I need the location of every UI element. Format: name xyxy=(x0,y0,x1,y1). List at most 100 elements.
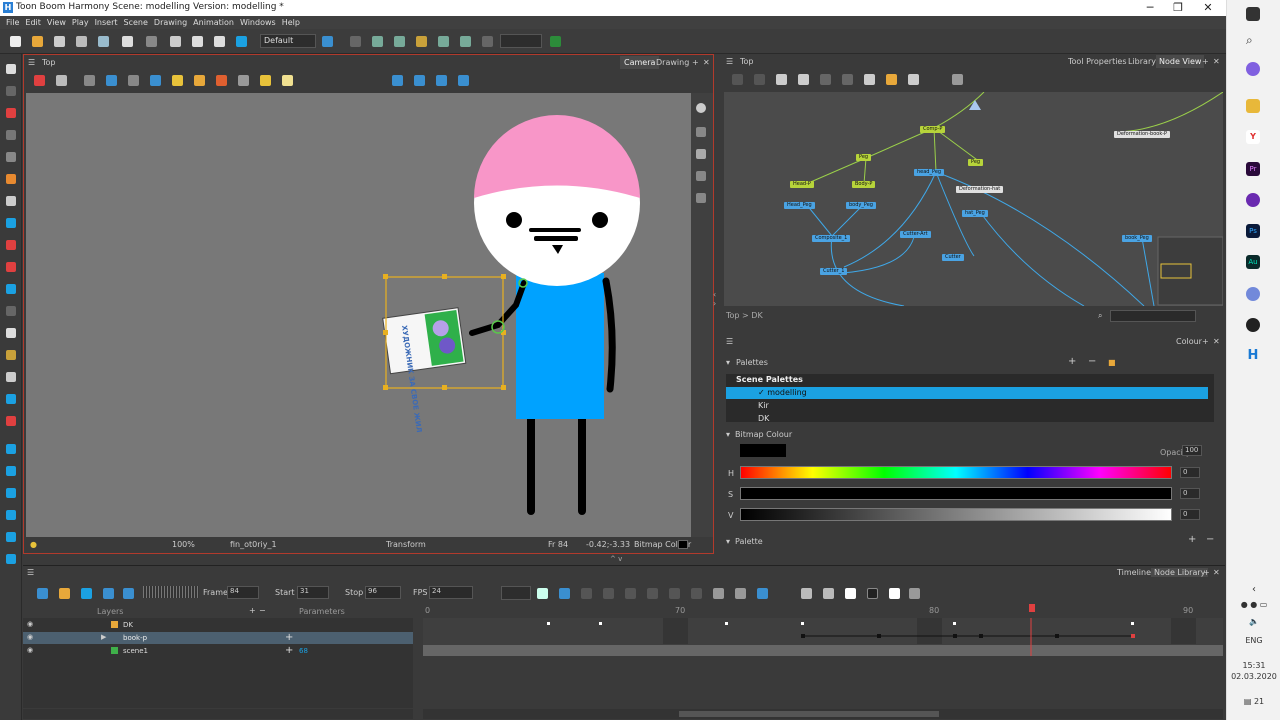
add-tab-icon[interactable]: + xyxy=(692,58,699,67)
node-search-input[interactable] xyxy=(1110,310,1196,322)
node-comp-p[interactable]: Comp-P xyxy=(920,126,946,133)
node-book-peg[interactable]: book_Peg xyxy=(1122,235,1152,242)
layer-row[interactable]: ◉ scene1 + 68 xyxy=(23,645,413,657)
onion-skin-icon[interactable] xyxy=(150,75,161,86)
harmony-taskbar-icon[interactable]: H xyxy=(1246,349,1260,363)
stop-input[interactable]: 96 xyxy=(365,586,401,599)
premiere-icon[interactable]: Pr xyxy=(1246,162,1260,176)
timeline-tool-icon-6[interactable] xyxy=(647,588,658,599)
layers-scrollbar[interactable] xyxy=(23,709,413,719)
layer-name[interactable]: scene1 xyxy=(123,647,148,655)
abc-icon[interactable] xyxy=(952,74,963,85)
clock-date[interactable]: 02.03.2020 xyxy=(1227,672,1280,681)
node-graph[interactable]: Comp-P Deformation-book-P Peg Peg Head-P… xyxy=(724,92,1223,306)
layer-visibility-icon[interactable]: ◉ xyxy=(27,646,33,654)
layer-row[interactable]: ◉ DK xyxy=(23,619,413,631)
render-icon[interactable] xyxy=(236,36,247,47)
composite-node-icon[interactable] xyxy=(820,74,831,85)
timeline-tool-icon-4[interactable] xyxy=(603,588,614,599)
new-scene-icon[interactable] xyxy=(10,36,21,47)
s-input[interactable]: 0 xyxy=(1180,488,1200,499)
layer-visibility-icon[interactable]: ◉ xyxy=(27,633,33,641)
node-back-icon[interactable] xyxy=(732,74,743,85)
node-cutter[interactable]: Cutter xyxy=(942,254,964,261)
select-tool-icon[interactable] xyxy=(6,64,16,74)
timeline-tool-icon-2[interactable] xyxy=(559,588,570,599)
add-keyframe-icon[interactable] xyxy=(460,36,471,47)
search-icon[interactable]: ⌕ xyxy=(1246,33,1260,47)
scrollbar-thumb[interactable] xyxy=(679,711,939,717)
move-icon[interactable] xyxy=(372,36,383,47)
node-body-peg[interactable]: body_Peg xyxy=(846,202,876,209)
folder-icon[interactable]: ■ xyxy=(1108,358,1116,367)
media-app-icon[interactable] xyxy=(1246,193,1260,207)
camera-node-icon[interactable] xyxy=(842,74,853,85)
align-icon[interactable] xyxy=(436,75,447,86)
peg-node-icon[interactable] xyxy=(776,74,787,85)
menu-view[interactable]: View xyxy=(47,18,66,27)
ink-tool-icon[interactable] xyxy=(6,416,16,426)
lock-icon[interactable] xyxy=(172,75,183,86)
layer-name[interactable]: DK xyxy=(123,621,133,629)
timeline-tool-icon-3[interactable] xyxy=(581,588,592,599)
start-input[interactable]: 31 xyxy=(297,586,329,599)
bone-tool-icon[interactable] xyxy=(6,466,16,476)
rigging-tool-icon[interactable] xyxy=(6,444,16,454)
flip-v-icon[interactable] xyxy=(414,75,425,86)
menu-animation[interactable]: Animation xyxy=(193,18,234,27)
remove-layer-icon[interactable]: − xyxy=(259,606,266,615)
add-colour-icon[interactable]: + xyxy=(1188,534,1196,545)
add-tab-icon-2[interactable]: + xyxy=(1202,57,1209,66)
menu-edit[interactable]: Edit xyxy=(25,18,41,27)
file-explorer-icon[interactable] xyxy=(1246,99,1260,113)
add-layer-icon[interactable]: + xyxy=(249,606,256,615)
deformer-icon[interactable] xyxy=(216,75,227,86)
timeline-tool-icon-16[interactable] xyxy=(889,588,900,599)
photoshop-icon[interactable]: Ps xyxy=(1246,224,1260,238)
node-head-p[interactable]: Head-P xyxy=(790,181,814,188)
loop-icon[interactable] xyxy=(81,588,92,599)
timeline-tool-icon-11[interactable] xyxy=(757,588,768,599)
shape-tool-icon[interactable] xyxy=(6,218,16,228)
save-as-icon[interactable] xyxy=(76,36,87,47)
panel-splitter[interactable]: ‹ › xyxy=(713,290,721,320)
open-icon[interactable] xyxy=(32,36,43,47)
tab-library[interactable]: Library xyxy=(1128,57,1156,66)
menu-windows[interactable]: Windows xyxy=(240,18,276,27)
flip-h-icon[interactable] xyxy=(392,75,403,86)
menu-drawing[interactable]: Drawing xyxy=(154,18,187,27)
playback-speed-slider[interactable] xyxy=(143,586,199,598)
layer-select[interactable] xyxy=(500,34,542,48)
envelope-tool-icon[interactable] xyxy=(6,372,16,382)
peg-icon[interactable] xyxy=(350,36,361,47)
sound-icon[interactable] xyxy=(103,588,114,599)
distribute-v-icon[interactable] xyxy=(458,75,469,86)
text-tool-icon[interactable] xyxy=(6,196,16,206)
hand-tool-icon[interactable] xyxy=(6,328,16,338)
timeline-tool-icon-14[interactable] xyxy=(845,588,856,599)
stamp-icon[interactable] xyxy=(550,36,561,47)
layer-name[interactable]: book-p xyxy=(123,634,147,642)
volume-icon[interactable]: 🔈 xyxy=(1227,617,1280,626)
node-search-icon[interactable]: ⌕ xyxy=(1098,311,1102,321)
pencil-tool-icon[interactable] xyxy=(6,130,16,140)
redo-icon[interactable] xyxy=(146,36,157,47)
add-param-icon[interactable]: + xyxy=(285,645,293,656)
add-palette-icon[interactable]: + xyxy=(1068,356,1076,367)
pen-tool-icon[interactable] xyxy=(6,394,16,404)
obs-icon[interactable] xyxy=(1246,318,1260,332)
node-peg-1[interactable]: Peg xyxy=(856,154,872,161)
node-composite-1[interactable]: Composite_1 xyxy=(812,235,851,242)
timeline-tool-icon-5[interactable] xyxy=(625,588,636,599)
node-peg-2[interactable]: Peg xyxy=(968,159,984,166)
menu-scene[interactable]: Scene xyxy=(124,18,148,27)
audition-icon[interactable]: Au xyxy=(1246,255,1260,269)
brush-tool-icon[interactable] xyxy=(6,108,16,118)
restore-button[interactable]: ❐ xyxy=(1168,1,1188,14)
grid-icon[interactable] xyxy=(84,75,95,86)
timeline-tool-icon-10[interactable] xyxy=(735,588,746,599)
envelope-deform-icon[interactable] xyxy=(6,510,16,520)
tab-timeline[interactable]: Timeline xyxy=(1117,568,1151,577)
timeline-tool-icon-8[interactable] xyxy=(691,588,702,599)
timeline-tool-icon-1[interactable] xyxy=(537,588,548,599)
